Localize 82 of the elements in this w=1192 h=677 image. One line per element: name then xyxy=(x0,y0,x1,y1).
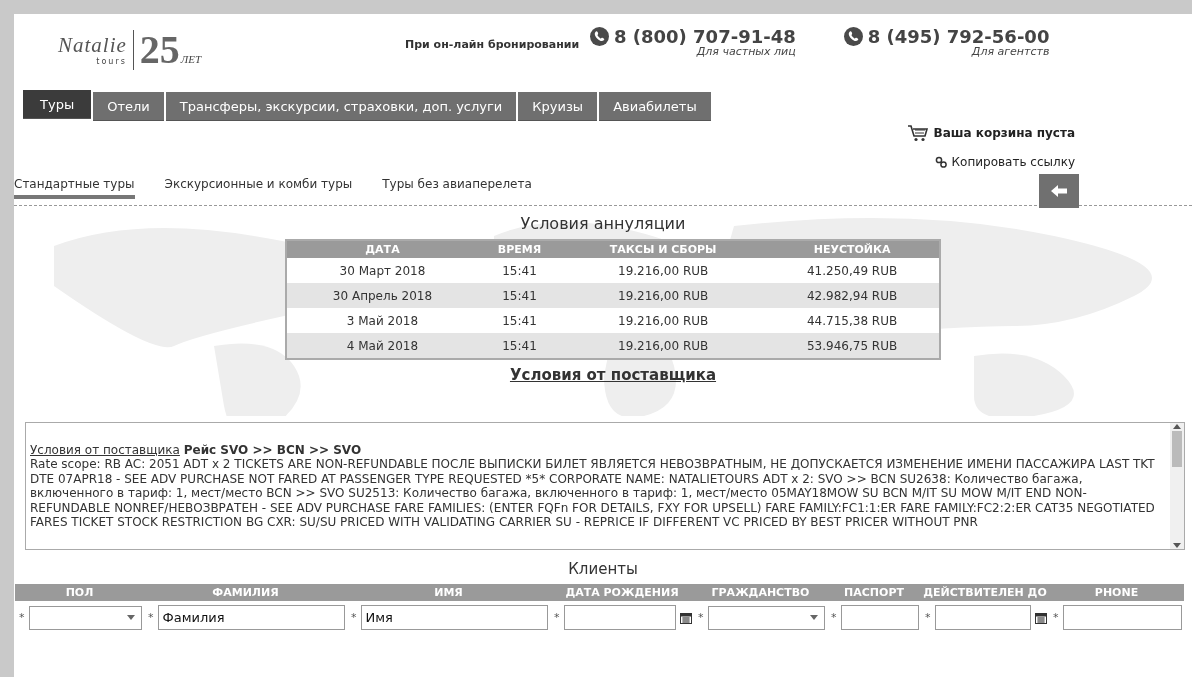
input-field[interactable] xyxy=(1062,605,1182,630)
scroll-thumb[interactable] xyxy=(1172,431,1182,467)
nav-tab[interactable]: Авиабилеты xyxy=(599,92,711,121)
table-cell: 15:41 xyxy=(477,333,562,359)
logo-years-text: ЛЕТ xyxy=(180,52,202,65)
section-title: Условия аннуляции xyxy=(520,214,686,233)
cart-icon xyxy=(906,124,929,142)
input-field[interactable]: Фамилия xyxy=(157,605,345,630)
booking-label: При он-лайн бронировании xyxy=(405,38,581,51)
table-cell: 19.216,00 RUB xyxy=(561,333,766,359)
nav-tab[interactable]: Круизы xyxy=(518,92,598,121)
section-title: Условия от поставщика xyxy=(509,366,717,384)
back-button[interactable] xyxy=(1039,174,1079,208)
table-cell: 30 Март 2018 xyxy=(286,258,478,283)
subtab[interactable]: Экскурсионные и комби туры xyxy=(164,177,353,199)
required-mark: * xyxy=(554,611,560,624)
required-mark: * xyxy=(148,611,154,624)
required-mark: * xyxy=(831,611,837,624)
scroll-down-icon xyxy=(1173,543,1181,549)
column-header: ВРЕМЯ xyxy=(477,240,562,258)
required-mark: * xyxy=(925,611,931,624)
calendar-icon xyxy=(680,611,692,624)
table-cell: 41.250,49 RUB xyxy=(765,258,940,283)
phone-number: 8 (800) 707-91-48 xyxy=(614,26,796,47)
caret-icon xyxy=(810,615,818,620)
logo-year: 25 xyxy=(139,26,180,73)
column-header: ГРАЖДАНСТВО xyxy=(694,584,827,601)
table-cell: 15:41 xyxy=(477,308,562,333)
dropdown[interactable] xyxy=(28,605,142,630)
required-mark: * xyxy=(351,611,357,624)
phone-icon xyxy=(590,27,609,46)
table-cell: 4 Май 2018 xyxy=(286,333,478,359)
column-header: ТАКСЫ И СБОРЫ xyxy=(561,240,766,258)
subtab[interactable]: Стандартные туры xyxy=(14,177,135,199)
table-cell: 42.982,94 RUB xyxy=(765,283,940,308)
calendar-icon xyxy=(1035,611,1047,624)
scroll-up-icon xyxy=(1173,423,1181,429)
logo-brand-text: Natalie xyxy=(58,33,127,57)
table-cell: 44.715,38 RUB xyxy=(765,308,940,333)
table-cell: 19.216,00 RUB xyxy=(561,308,766,333)
phone-note: Для частных лиц xyxy=(696,45,796,58)
column-header: ИМЯ xyxy=(347,584,550,601)
input-field[interactable] xyxy=(563,605,676,630)
phone-number: 8 (495) 792-56-00 xyxy=(867,26,1050,47)
section-title: Клиенты xyxy=(567,560,639,578)
input-field[interactable]: Имя xyxy=(360,605,548,630)
logo-sub-text: tours xyxy=(96,58,127,66)
cart-status: Ваша корзина пуста xyxy=(933,126,1075,140)
column-header: ДАТА xyxy=(286,240,478,258)
required-mark: * xyxy=(19,611,25,624)
link-icon xyxy=(934,156,947,168)
column-header: ПАСПОРТ xyxy=(827,584,921,601)
table-cell: 19.216,00 RUB xyxy=(561,283,766,308)
nav-tab[interactable]: Туры xyxy=(23,90,92,119)
phone-note: Для агентств xyxy=(971,45,1050,58)
table-cell: 19.216,00 RUB xyxy=(561,258,766,283)
arrow-left-icon xyxy=(1050,184,1068,198)
subtab[interactable]: Туры без авиаперелета xyxy=(382,177,532,199)
column-header: PHONE xyxy=(1049,584,1184,601)
scrollbar[interactable] xyxy=(1170,423,1184,549)
column-header: ДАТА РОЖДЕНИЯ xyxy=(550,584,694,601)
input-field[interactable] xyxy=(840,605,919,630)
nav-tab[interactable]: Трансферы, экскурсии, страховки, доп. услуги xyxy=(165,92,517,121)
terms-text: Условия от поставщика Рейс SVO >> BCN >> SVO Rate scope: RB AC: 2051 ADT x 2 TICKETS ARE NON-REFUNDABLE ПОСЛЕ ВЫПИСКИ БИЛЕТ ЯВЛЯЕТСЯ НЕВОЗВРАТНЫМ, НЕ ДОПУСКАЕТСЯ ИЗМЕНЕНИЕ ИМЕНИ ПАССАЖИРА LAST TKT DTE 07APR18 - SEE ADV PURCHASE NOT FARED AT PASSENGER TYPE REQUESTED *5* CORPORATE NAME: NATALIETOURS ADT x 2: SVO >> BCN SU2638: Количество багажа, включенного в тариф: 1, мест/место BCN >> SVO SU2513: Количество багажа, включенного в тариф: 1, мест/место 05MAY18MOW SU BCN M/IT SU MOW M/IT END NON-REFUNDABLE NONREF/НЕВОЗВРАТЕН - SEE ADV PURCHASE FARE FAMILIES: (ENTER FQFn FOR DETAILS, FXY FOR UPSELL) FARE FAMILY:FC1:1:ER FARE FAMILY:FC2:2:ER CAT35 NEGOTIATED FARES TICKET STOCK RESTRICTION BG CXR: SU/SU PRICED WITH VALIDATING CARRIER SU - REPRICE IF DIFFERENT VC PRICED BY BEST PRICER WITHOUT PNR xyxy=(30,443,1156,530)
table-cell: 30 Апрель 2018 xyxy=(286,283,478,308)
table-cell: 53.946,75 RUB xyxy=(765,333,940,359)
phone-icon xyxy=(843,27,863,46)
required-mark: * xyxy=(1053,611,1059,624)
required-mark: * xyxy=(698,611,704,624)
dropdown[interactable] xyxy=(707,605,825,630)
nav-tab[interactable]: Отели xyxy=(93,92,164,121)
column-header: ФАМИЛИЯ xyxy=(144,584,347,601)
table-cell: 15:41 xyxy=(477,283,562,308)
terms-link[interactable]: Условия от поставщика xyxy=(30,443,180,457)
column-header: ПОЛ xyxy=(15,584,144,601)
caret-icon xyxy=(127,615,135,620)
column-header: НЕУСТОЙКА xyxy=(765,240,940,258)
column-header: ДЕЙСТВИТЕЛЕН ДО xyxy=(921,584,1049,601)
copy-link[interactable]: Копировать ссылку xyxy=(934,155,1075,169)
table-cell: 15:41 xyxy=(477,258,562,283)
table-cell: 3 Май 2018 xyxy=(286,308,478,333)
input-field[interactable] xyxy=(934,605,1031,630)
